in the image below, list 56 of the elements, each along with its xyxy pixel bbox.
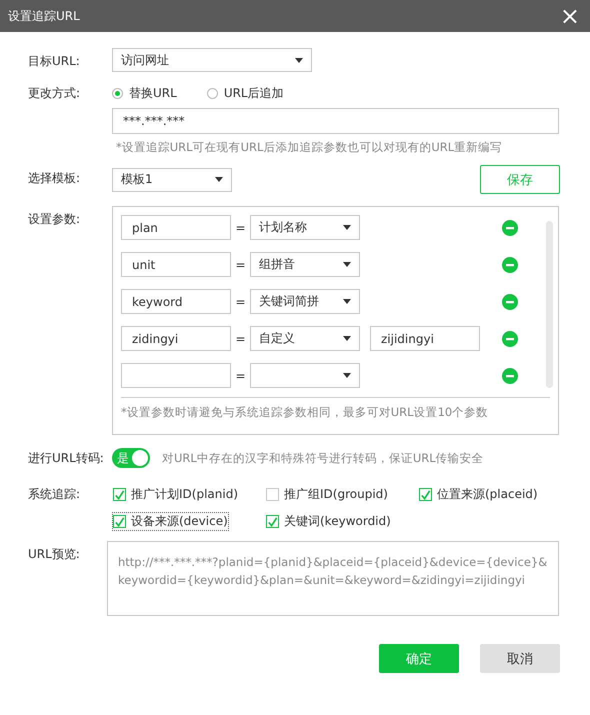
- equals-sign: =: [234, 258, 247, 272]
- caret-icon: [215, 177, 223, 182]
- parameter-name-field[interactable]: unit: [121, 252, 231, 277]
- field-label: 选择模板:: [28, 170, 82, 187]
- dropdown[interactable]: 计划名称: [250, 215, 360, 240]
- radio-option[interactable]: 替换URL: [112, 84, 177, 102]
- caret-icon: [343, 373, 351, 378]
- caret-icon: [343, 336, 351, 341]
- parameter-name-field[interactable]: plan: [121, 215, 231, 240]
- checkbox-option[interactable]: 关键词(keywordid): [265, 512, 392, 531]
- field-label: 进行URL转码:: [28, 450, 105, 467]
- hint-text: *设置参数时请避免与系统追踪参数相同，最多可对URL设置10个参数: [121, 404, 490, 420]
- remove-icon[interactable]: [502, 256, 518, 272]
- equals-sign: =: [234, 220, 247, 234]
- checkbox-option[interactable]: 推广组ID(groupid): [265, 485, 389, 504]
- dropdown[interactable]: 模板1: [112, 168, 232, 192]
- cancel-button[interactable]: 取消: [480, 644, 560, 673]
- radio-option[interactable]: URL后追加: [206, 84, 284, 102]
- dropdown[interactable]: 组拼音: [250, 252, 360, 277]
- field-label: 设置参数:: [28, 211, 82, 228]
- caret-icon: [343, 262, 351, 267]
- field-label: 更改方式:: [28, 85, 82, 102]
- url-preview-box: http://***.***.***?planid={planid}&placeid={placeid}&device={device}&keywordid={keywordid}&plan=&unit=&keyword=&zidingyi=zijidingyi: [107, 541, 559, 616]
- custom-value-field[interactable]: zijidingyi: [370, 326, 480, 351]
- equals-sign: =: [234, 294, 247, 308]
- remove-icon[interactable]: [502, 220, 518, 236]
- field-label: 目标URL:: [28, 53, 81, 70]
- remove-icon[interactable]: [502, 330, 518, 346]
- window-title: 设置追踪URL: [8, 8, 80, 24]
- checkmark-icon: [267, 516, 278, 528]
- dropdown[interactable]: 访问网址: [112, 48, 312, 72]
- checkbox-option[interactable]: 推广计划ID(planid): [112, 485, 240, 504]
- checkbox-option[interactable]: 位置来源(placeid): [418, 485, 539, 504]
- equals-sign: =: [234, 368, 247, 382]
- caret-icon: [343, 225, 351, 230]
- field-label: URL预览:: [28, 546, 81, 563]
- field-label: 系统追踪:: [28, 486, 82, 503]
- dropdown[interactable]: 关键词简拼: [250, 289, 360, 314]
- checkmark-icon: [420, 488, 431, 500]
- remove-icon[interactable]: [502, 294, 518, 310]
- dropdown[interactable]: [250, 363, 360, 388]
- url-field[interactable]: ***.***.***: [112, 108, 559, 134]
- hint-text: *设置追踪URL可在现有URL后添加追踪参数也可以对现有的URL重新编写: [115, 140, 504, 155]
- checkbox-option[interactable]: 设备来源(device): [112, 512, 229, 531]
- checkmark-icon: [114, 516, 125, 528]
- hint-text: 对URL中存在的汉字和特殊符号进行转码，保证URL传输安全: [162, 450, 484, 466]
- parameter-name-field[interactable]: [121, 363, 231, 388]
- checkmark-icon: [114, 488, 125, 500]
- parameter-name-field[interactable]: zidingyi: [121, 326, 231, 351]
- parameter-name-field[interactable]: keyword: [121, 289, 231, 314]
- dropdown[interactable]: 自定义: [250, 326, 360, 351]
- close-button[interactable]: ×: [558, 4, 582, 28]
- caret-icon: [295, 58, 303, 62]
- caret-icon: [343, 299, 351, 304]
- remove-icon[interactable]: [502, 368, 518, 384]
- equals-sign: =: [234, 332, 247, 346]
